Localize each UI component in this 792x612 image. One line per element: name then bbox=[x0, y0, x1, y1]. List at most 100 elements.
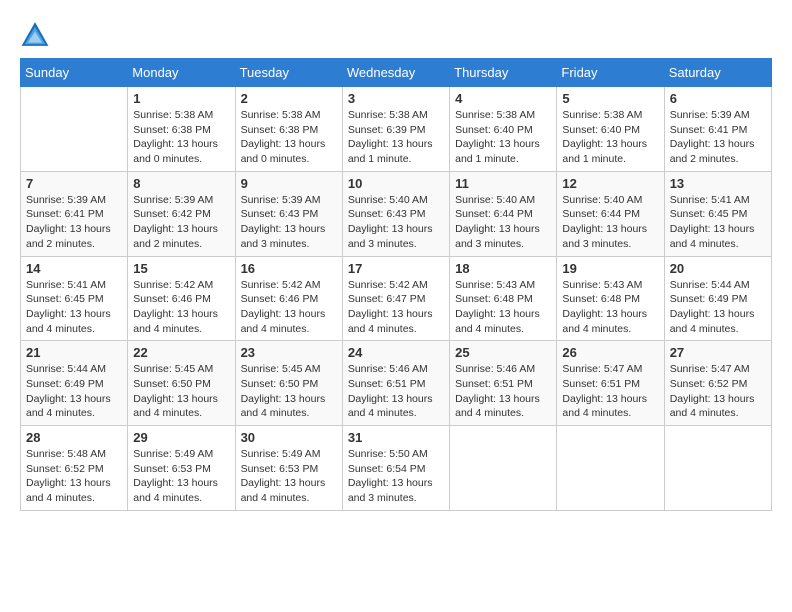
day-cell: 25 Sunrise: 5:46 AM Sunset: 6:51 PM Dayli… bbox=[450, 341, 557, 426]
day-cell: 20 Sunrise: 5:44 AM Sunset: 6:49 PM Dayli… bbox=[664, 256, 771, 341]
day-info: Sunrise: 5:38 AM Sunset: 6:38 PM Dayligh… bbox=[133, 108, 229, 167]
day-info: Sunrise: 5:39 AM Sunset: 6:42 PM Dayligh… bbox=[133, 193, 229, 252]
day-info: Sunrise: 5:43 AM Sunset: 6:48 PM Dayligh… bbox=[562, 278, 658, 337]
week-row-1: 7Sunrise: 5:39 AM Sunset: 6:41 PM Daylig… bbox=[21, 171, 772, 256]
day-cell: 7Sunrise: 5:39 AM Sunset: 6:41 PM Daylig… bbox=[21, 171, 128, 256]
week-row-2: 14Sunrise: 5:41 AM Sunset: 6:45 PM Dayli… bbox=[21, 256, 772, 341]
day-info: Sunrise: 5:44 AM Sunset: 6:49 PM Dayligh… bbox=[26, 362, 122, 421]
day-info: Sunrise: 5:38 AM Sunset: 6:40 PM Dayligh… bbox=[455, 108, 551, 167]
day-cell: 6 Sunrise: 5:39 AM Sunset: 6:41 PM Daylig… bbox=[664, 87, 771, 172]
day-number: 14 bbox=[26, 261, 122, 276]
day-number: 12 bbox=[562, 176, 658, 191]
day-info: Sunrise: 5:39 AM Sunset: 6:43 PM Dayligh… bbox=[241, 193, 337, 252]
page-header bbox=[20, 20, 772, 48]
day-cell: 26Sunrise: 5:47 AM Sunset: 6:51 PM Dayli… bbox=[557, 341, 664, 426]
day-number: 22 bbox=[133, 345, 229, 360]
day-info: Sunrise: 5:46 AM Sunset: 6:51 PM Dayligh… bbox=[455, 362, 551, 421]
day-info: Sunrise: 5:48 AM Sunset: 6:52 PM Dayligh… bbox=[26, 447, 122, 506]
day-cell: 23 Sunrise: 5:45 AM Sunset: 6:50 PM Dayli… bbox=[235, 341, 342, 426]
day-cell: 9 Sunrise: 5:39 AM Sunset: 6:43 PM Daylig… bbox=[235, 171, 342, 256]
day-number: 26 bbox=[562, 345, 658, 360]
day-info: Sunrise: 5:42 AM Sunset: 6:47 PM Dayligh… bbox=[348, 278, 444, 337]
day-cell: 27 Sunrise: 5:47 AM Sunset: 6:52 PM Dayli… bbox=[664, 341, 771, 426]
day-cell: 1 Sunrise: 5:38 AM Sunset: 6:38 PM Daylig… bbox=[128, 87, 235, 172]
day-info: Sunrise: 5:46 AM Sunset: 6:51 PM Dayligh… bbox=[348, 362, 444, 421]
day-number: 5 bbox=[562, 91, 658, 106]
day-number: 20 bbox=[670, 261, 766, 276]
day-number: 28 bbox=[26, 430, 122, 445]
day-info: Sunrise: 5:40 AM Sunset: 6:44 PM Dayligh… bbox=[455, 193, 551, 252]
header-monday: Monday bbox=[128, 59, 235, 87]
day-info: Sunrise: 5:40 AM Sunset: 6:44 PM Dayligh… bbox=[562, 193, 658, 252]
day-number: 27 bbox=[670, 345, 766, 360]
calendar-header-row: SundayMondayTuesdayWednesdayThursdayFrid… bbox=[21, 59, 772, 87]
day-cell: 31 Sunrise: 5:50 AM Sunset: 6:54 PM Dayli… bbox=[342, 426, 449, 511]
day-number: 24 bbox=[348, 345, 444, 360]
day-cell bbox=[450, 426, 557, 511]
day-info: Sunrise: 5:49 AM Sunset: 6:53 PM Dayligh… bbox=[133, 447, 229, 506]
day-cell: 16 Sunrise: 5:42 AM Sunset: 6:46 PM Dayli… bbox=[235, 256, 342, 341]
day-info: Sunrise: 5:41 AM Sunset: 6:45 PM Dayligh… bbox=[670, 193, 766, 252]
day-cell: 8Sunrise: 5:39 AM Sunset: 6:42 PM Daylig… bbox=[128, 171, 235, 256]
calendar-table: SundayMondayTuesdayWednesdayThursdayFrid… bbox=[20, 58, 772, 511]
day-number: 25 bbox=[455, 345, 551, 360]
day-info: Sunrise: 5:38 AM Sunset: 6:38 PM Dayligh… bbox=[241, 108, 337, 167]
week-row-4: 28 Sunrise: 5:48 AM Sunset: 6:52 PM Dayli… bbox=[21, 426, 772, 511]
day-info: Sunrise: 5:47 AM Sunset: 6:52 PM Dayligh… bbox=[670, 362, 766, 421]
day-number: 11 bbox=[455, 176, 551, 191]
day-cell bbox=[664, 426, 771, 511]
header-wednesday: Wednesday bbox=[342, 59, 449, 87]
logo-icon bbox=[20, 20, 50, 48]
day-info: Sunrise: 5:50 AM Sunset: 6:54 PM Dayligh… bbox=[348, 447, 444, 506]
day-info: Sunrise: 5:43 AM Sunset: 6:48 PM Dayligh… bbox=[455, 278, 551, 337]
week-row-0: 1 Sunrise: 5:38 AM Sunset: 6:38 PM Daylig… bbox=[21, 87, 772, 172]
day-number: 17 bbox=[348, 261, 444, 276]
day-info: Sunrise: 5:42 AM Sunset: 6:46 PM Dayligh… bbox=[241, 278, 337, 337]
day-cell: 15 Sunrise: 5:42 AM Sunset: 6:46 PM Dayli… bbox=[128, 256, 235, 341]
day-number: 15 bbox=[133, 261, 229, 276]
day-cell: 30Sunrise: 5:49 AM Sunset: 6:53 PM Dayli… bbox=[235, 426, 342, 511]
day-number: 13 bbox=[670, 176, 766, 191]
day-cell bbox=[21, 87, 128, 172]
day-number: 3 bbox=[348, 91, 444, 106]
day-number: 9 bbox=[241, 176, 337, 191]
day-cell: 17 Sunrise: 5:42 AM Sunset: 6:47 PM Dayli… bbox=[342, 256, 449, 341]
day-info: Sunrise: 5:45 AM Sunset: 6:50 PM Dayligh… bbox=[133, 362, 229, 421]
day-cell: 22 Sunrise: 5:45 AM Sunset: 6:50 PM Dayli… bbox=[128, 341, 235, 426]
day-cell: 3 Sunrise: 5:38 AM Sunset: 6:39 PM Daylig… bbox=[342, 87, 449, 172]
day-cell bbox=[557, 426, 664, 511]
header-saturday: Saturday bbox=[664, 59, 771, 87]
header-sunday: Sunday bbox=[21, 59, 128, 87]
day-number: 19 bbox=[562, 261, 658, 276]
day-info: Sunrise: 5:44 AM Sunset: 6:49 PM Dayligh… bbox=[670, 278, 766, 337]
day-cell: 11 Sunrise: 5:40 AM Sunset: 6:44 PM Dayli… bbox=[450, 171, 557, 256]
day-cell: 5 Sunrise: 5:38 AM Sunset: 6:40 PM Daylig… bbox=[557, 87, 664, 172]
day-number: 1 bbox=[133, 91, 229, 106]
day-number: 7 bbox=[26, 176, 122, 191]
day-info: Sunrise: 5:42 AM Sunset: 6:46 PM Dayligh… bbox=[133, 278, 229, 337]
header-tuesday: Tuesday bbox=[235, 59, 342, 87]
logo bbox=[20, 20, 52, 48]
day-number: 23 bbox=[241, 345, 337, 360]
day-cell: 2 Sunrise: 5:38 AM Sunset: 6:38 PM Daylig… bbox=[235, 87, 342, 172]
day-cell: 13 Sunrise: 5:41 AM Sunset: 6:45 PM Dayli… bbox=[664, 171, 771, 256]
day-number: 31 bbox=[348, 430, 444, 445]
day-number: 6 bbox=[670, 91, 766, 106]
day-cell: 19 Sunrise: 5:43 AM Sunset: 6:48 PM Dayli… bbox=[557, 256, 664, 341]
header-thursday: Thursday bbox=[450, 59, 557, 87]
header-friday: Friday bbox=[557, 59, 664, 87]
day-number: 21 bbox=[26, 345, 122, 360]
day-info: Sunrise: 5:39 AM Sunset: 6:41 PM Dayligh… bbox=[670, 108, 766, 167]
day-info: Sunrise: 5:38 AM Sunset: 6:40 PM Dayligh… bbox=[562, 108, 658, 167]
day-info: Sunrise: 5:38 AM Sunset: 6:39 PM Dayligh… bbox=[348, 108, 444, 167]
day-number: 4 bbox=[455, 91, 551, 106]
day-number: 2 bbox=[241, 91, 337, 106]
day-info: Sunrise: 5:40 AM Sunset: 6:43 PM Dayligh… bbox=[348, 193, 444, 252]
day-number: 30 bbox=[241, 430, 337, 445]
day-number: 16 bbox=[241, 261, 337, 276]
day-info: Sunrise: 5:45 AM Sunset: 6:50 PM Dayligh… bbox=[241, 362, 337, 421]
day-number: 29 bbox=[133, 430, 229, 445]
calendar-body: 1 Sunrise: 5:38 AM Sunset: 6:38 PM Daylig… bbox=[21, 87, 772, 511]
day-number: 18 bbox=[455, 261, 551, 276]
day-cell: 21 Sunrise: 5:44 AM Sunset: 6:49 PM Dayli… bbox=[21, 341, 128, 426]
